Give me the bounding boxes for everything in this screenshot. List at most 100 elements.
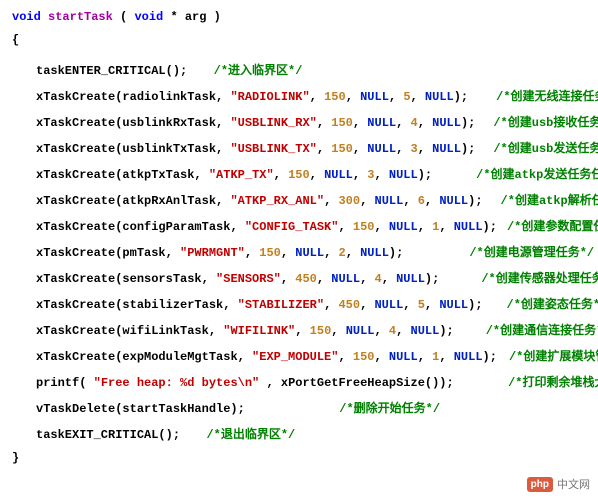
close-brace: } xyxy=(12,451,586,465)
task-name-string: "EXP_MODULE" xyxy=(252,350,338,364)
xtaskcreate-line: xTaskCreate(radiolinkTask, "RADIOLINK", … xyxy=(12,87,586,104)
stack-size: 150 xyxy=(288,168,310,182)
null-arg: NULL xyxy=(389,220,418,234)
task-name-string: "WIFILINK" xyxy=(223,324,295,338)
watermark: php 中文网 xyxy=(527,476,590,492)
comment: /*创建通信连接任务*/ xyxy=(486,324,598,338)
task-fn: configParamTask, xyxy=(122,220,244,234)
xtaskcreate-line: xTaskCreate(expModuleMgtTask, "EXP_MODUL… xyxy=(12,347,586,364)
comment: /*创建姿态任务*/ xyxy=(507,298,598,312)
null-arg: NULL xyxy=(432,116,461,130)
arg-type: void xyxy=(134,10,163,24)
printf-line: printf( "Free heap: %d bytes\n" , xPortG… xyxy=(12,373,586,390)
null-arg: NULL xyxy=(425,90,454,104)
null-arg: NULL xyxy=(389,168,418,182)
task-name-string: "USBLINK_TX" xyxy=(230,142,316,156)
priority: 5 xyxy=(403,90,410,104)
comment: /*创建传感器处理任务*/ xyxy=(481,272,598,286)
comment: /*打印剩余堆栈大小*/ xyxy=(508,376,598,390)
comment: /*创建atkp发送任务任务*/ xyxy=(476,168,598,182)
null-arg: NULL xyxy=(367,142,396,156)
call-text: vTaskDelete(startTaskHandle); xyxy=(36,402,245,416)
stack-size: 150 xyxy=(259,246,281,260)
task-fn: usblinkTxTask, xyxy=(122,142,230,156)
comment: /*进入临界区*/ xyxy=(214,64,303,78)
priority: 3 xyxy=(367,168,374,182)
stack-size: 150 xyxy=(353,220,375,234)
priority: 4 xyxy=(375,272,382,286)
exit-critical: taskEXIT_CRITICAL(); /*退出临界区*/ xyxy=(12,425,586,442)
fn-call: xTaskCreate( xyxy=(36,168,122,182)
task-name-string: "ATKP_TX" xyxy=(209,168,274,182)
null-arg: NULL xyxy=(331,272,360,286)
fn-call: xTaskCreate( xyxy=(36,272,122,286)
xtaskcreate-line: xTaskCreate(wifiLinkTask, "WIFILINK", 15… xyxy=(12,321,586,338)
task-fn: wifiLinkTask, xyxy=(122,324,223,338)
watermark-icon: php xyxy=(527,477,553,492)
null-arg: NULL xyxy=(411,324,440,338)
null-arg: NULL xyxy=(396,272,425,286)
task-name-string: "STABILIZER" xyxy=(238,298,324,312)
fn-call: xTaskCreate( xyxy=(36,246,122,260)
task-name-string: "RADIOLINK" xyxy=(230,90,309,104)
null-arg: NULL xyxy=(346,324,375,338)
stack-size: 150 xyxy=(324,90,346,104)
call-text: taskENTER_CRITICAL(); xyxy=(36,64,187,78)
xtaskcreate-line: xTaskCreate(sensorsTask, "SENSORS", 450,… xyxy=(12,269,586,286)
xtaskcreate-line: xTaskCreate(usblinkRxTask, "USBLINK_RX",… xyxy=(12,113,586,130)
priority: 5 xyxy=(418,298,425,312)
comment: /*创建usb发送任务*/ xyxy=(493,142,598,156)
fn-call: xTaskCreate( xyxy=(36,90,122,104)
fn-call: xTaskCreate( xyxy=(36,350,122,364)
fn-call: xTaskCreate( xyxy=(36,142,122,156)
arg-name: arg xyxy=(185,10,207,24)
task-fn: expModuleMgtTask, xyxy=(122,350,252,364)
priority: 6 xyxy=(418,194,425,208)
xtaskcreate-line: xTaskCreate(stabilizerTask, "STABILIZER"… xyxy=(12,295,586,312)
comment: /*创建电源管理任务*/ xyxy=(469,246,594,260)
enter-critical: taskENTER_CRITICAL(); /*进入临界区*/ xyxy=(12,61,586,78)
fn-call: xTaskCreate( xyxy=(36,220,122,234)
printf-string: "Free heap: %d bytes\n" xyxy=(94,376,260,390)
task-name-string: "SENSORS" xyxy=(216,272,281,286)
stack-size: 150 xyxy=(331,116,353,130)
comment: /*创建usb接收任务*/ xyxy=(493,116,598,130)
task-fn: atkpTxTask, xyxy=(122,168,208,182)
xtaskcreate-line: xTaskCreate(usblinkTxTask, "USBLINK_TX",… xyxy=(12,139,586,156)
comment: /*删除开始任务*/ xyxy=(339,402,440,416)
task-fn: sensorsTask, xyxy=(122,272,216,286)
null-arg: NULL xyxy=(360,90,389,104)
null-arg: NULL xyxy=(375,194,404,208)
printf-open: printf( xyxy=(36,376,86,390)
stack-size: 300 xyxy=(338,194,360,208)
printf-rest: , xPortGetFreeHeapSize()); xyxy=(266,376,453,390)
call-text: taskEXIT_CRITICAL(); xyxy=(36,428,180,442)
null-arg: NULL xyxy=(360,246,389,260)
vtaskdelete-line: vTaskDelete(startTaskHandle); /*删除开始任务*/ xyxy=(12,399,586,416)
priority: 3 xyxy=(411,142,418,156)
comment: /*创建无线连接任务*/ xyxy=(496,90,598,104)
null-arg: NULL xyxy=(374,298,403,312)
null-arg: NULL xyxy=(454,350,483,364)
null-arg: NULL xyxy=(295,246,324,260)
comment: /*创建atkp解析任务*/ xyxy=(501,194,598,208)
stack-size: 150 xyxy=(353,350,375,364)
stack-size: 450 xyxy=(295,272,317,286)
stack-size: 450 xyxy=(338,298,360,312)
task-name-string: "USBLINK_RX" xyxy=(230,116,316,130)
null-arg: NULL xyxy=(439,298,468,312)
fn-call: xTaskCreate( xyxy=(36,116,122,130)
comment: /*创建参数配置任务*/ xyxy=(507,220,598,234)
xtaskcreate-line: xTaskCreate(atkpRxAnlTask, "ATKP_RX_ANL"… xyxy=(12,191,586,208)
task-fn: pmTask, xyxy=(122,246,180,260)
null-arg: NULL xyxy=(454,220,483,234)
xtaskcreate-line: xTaskCreate(atkpTxTask, "ATKP_TX", 150, … xyxy=(12,165,586,182)
stack-size: 150 xyxy=(331,142,353,156)
task-name-string: "PWRMGNT" xyxy=(180,246,245,260)
priority: 4 xyxy=(411,116,418,130)
open-brace: { xyxy=(12,33,586,47)
null-arg: NULL xyxy=(367,116,396,130)
task-name-string: "ATKP_RX_ANL" xyxy=(230,194,324,208)
null-arg: NULL xyxy=(432,142,461,156)
priority: 2 xyxy=(338,246,345,260)
